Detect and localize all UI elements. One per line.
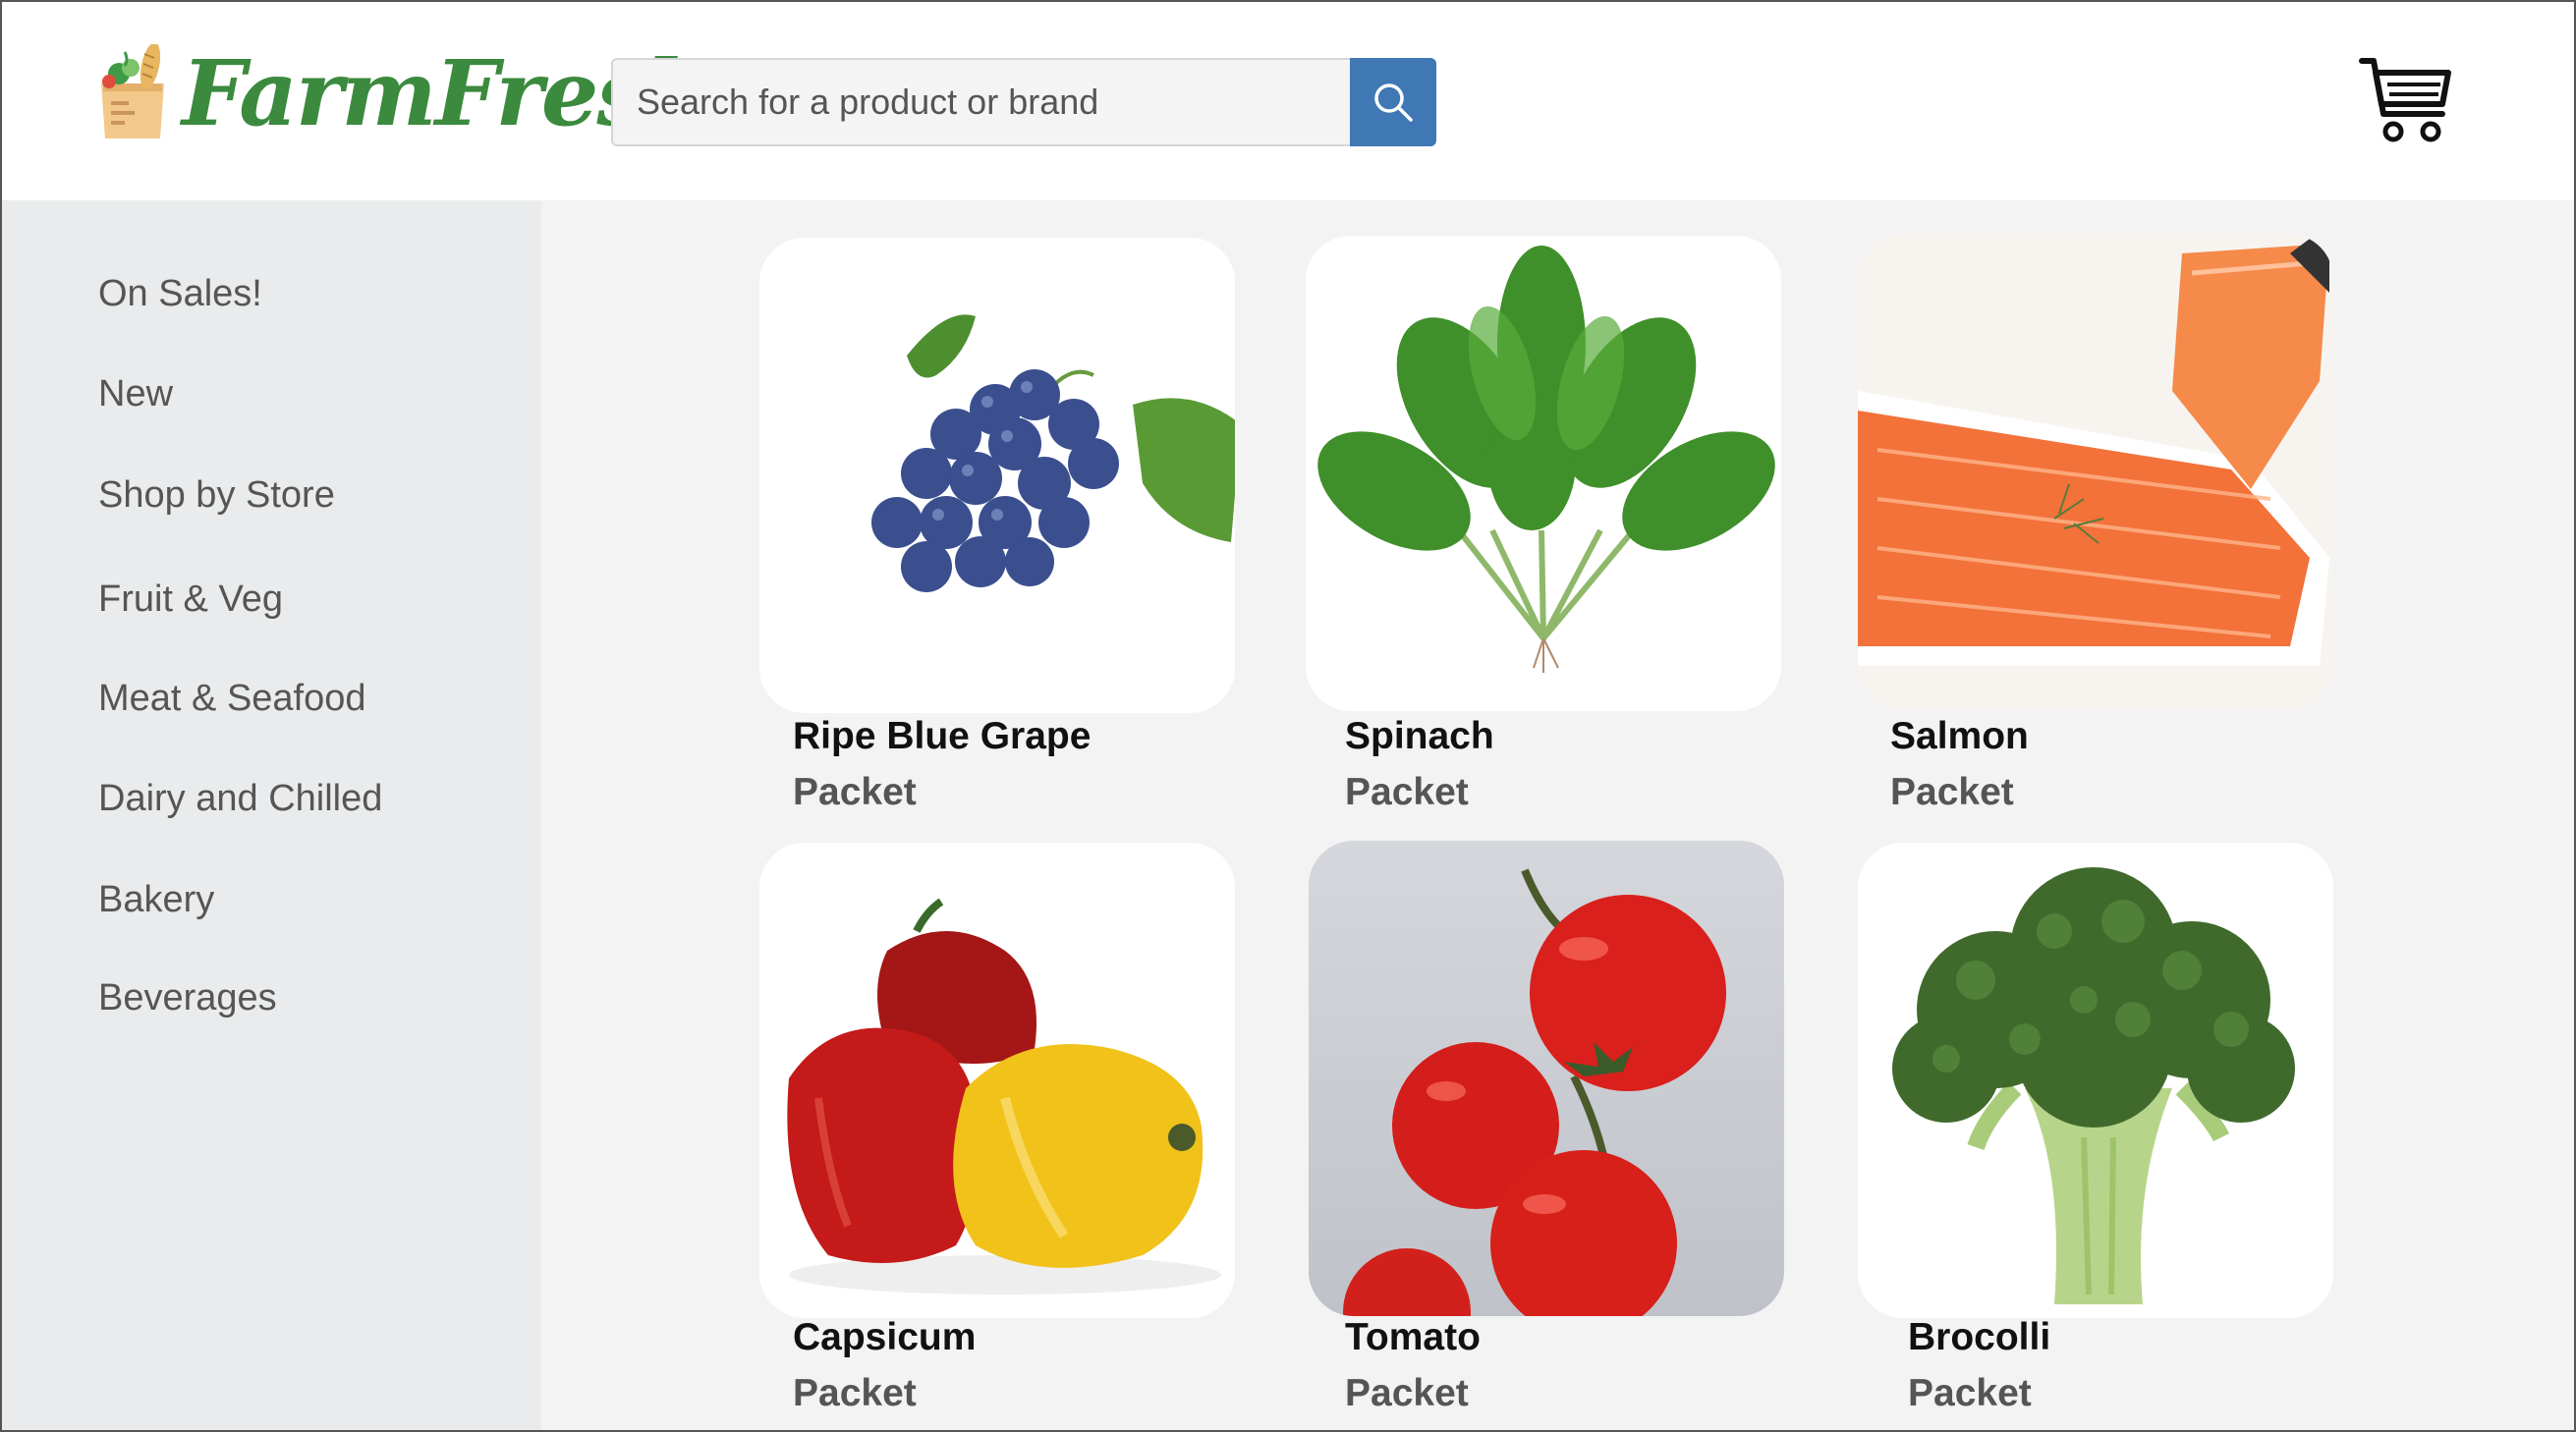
sidebar-item-shop-by-store[interactable]: Shop by Store [98,474,335,517]
spinach-image [1306,236,1781,711]
sidebar-item-new[interactable]: New [98,373,173,415]
product-card-spinach[interactable] [1306,236,1781,711]
product-name[interactable]: Brocolli [1908,1316,2050,1359]
header: FarmFresh [2,2,2574,200]
product-name[interactable]: Tomato [1345,1316,1481,1359]
cart-button[interactable] [2358,53,2456,151]
product-name[interactable]: Spinach [1345,715,1494,758]
sidebar-item-meat-seafood[interactable]: Meat & Seafood [98,678,366,720]
broccoli-image [1858,843,2333,1318]
product-name[interactable]: Salmon [1890,715,2029,758]
search-input[interactable] [611,58,1350,146]
product-name[interactable]: Capsicum [793,1316,976,1359]
cart-icon [2359,58,2451,142]
product-card-tomato[interactable] [1309,841,1784,1316]
tomato-image [1309,841,1784,1316]
sidebar-item-fruit-veg[interactable]: Fruit & Veg [98,578,283,621]
sidebar-item-beverages[interactable]: Beverages [98,977,277,1019]
product-unit: Packet [1345,1372,1469,1414]
product-unit: Packet [1908,1372,2032,1414]
product-card-capsicum[interactable] [759,843,1235,1318]
product-card-salmon[interactable] [1858,234,2333,709]
grape-image [759,238,1235,713]
product-name[interactable]: Ripe Blue Grape [793,715,1091,758]
search-button[interactable] [1350,58,1436,146]
product-unit: Packet [1345,771,1469,813]
product-card-grape[interactable] [759,238,1235,713]
product-unit: Packet [793,1372,917,1414]
sidebar-item-bakery[interactable]: Bakery [98,879,214,921]
product-card-broccoli[interactable] [1858,843,2333,1318]
search-bar [611,58,1436,146]
sidebar-item-dairy-chilled[interactable]: Dairy and Chilled [98,778,382,820]
grocery-bag-icon [101,44,164,138]
product-unit: Packet [793,771,917,813]
capsicum-image [759,843,1235,1318]
product-unit: Packet [1890,771,2014,813]
category-sidebar: On Sales! New Shop by Store Fruit & Veg … [2,200,541,1430]
search-icon [1374,83,1413,122]
salmon-image [1858,234,2333,709]
product-grid: Ripe Blue Grape Packet Spinach Packet Sa… [541,200,2574,1430]
sidebar-item-on-sales[interactable]: On Sales! [98,273,262,315]
